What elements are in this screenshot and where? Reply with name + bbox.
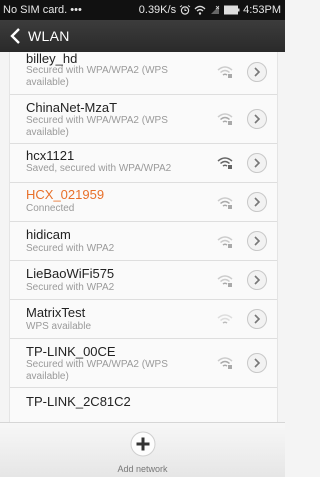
- network-name: ChinaNet-MzaT: [26, 100, 118, 115]
- details-button[interactable]: [247, 192, 267, 212]
- network-row[interactable]: ChinaNet-MzaT Secured with WPA/WPA2 (WPS…: [10, 95, 277, 144]
- network-name: TP-LINK_2C81C2: [26, 394, 131, 409]
- network-list[interactable]: billey_hd Secured with WPA/WPA2 (WPS ava…: [9, 52, 278, 422]
- network-row[interactable]: hidicam Secured with WPA2: [10, 222, 277, 261]
- network-name: LieBaoWiFi575: [26, 266, 115, 281]
- carrier-text: No SIM card. •••: [3, 4, 82, 16]
- network-status: Secured with WPA/WPA2 (WPS available): [26, 359, 168, 382]
- wifi-weak-icon: [217, 314, 233, 324]
- details-button[interactable]: [247, 153, 267, 173]
- signal-icon: [211, 5, 220, 14]
- wifi-weak-locked-icon: [217, 236, 233, 248]
- network-status: Secured with WPA/WPA2 (WPS available): [26, 65, 168, 88]
- clock: 4:53PM: [243, 4, 281, 16]
- alarm-icon: [179, 5, 191, 15]
- wifi-weak-locked-icon: [217, 66, 233, 78]
- wifi-weak-locked-icon: [217, 113, 233, 125]
- network-row[interactable]: MatrixTest WPS available: [10, 300, 277, 339]
- chevron-right-icon: [254, 114, 261, 124]
- chevron-right-icon: [254, 67, 261, 77]
- network-name: billey_hd: [26, 52, 78, 66]
- chevron-right-icon: [254, 197, 261, 207]
- details-button[interactable]: [247, 309, 267, 329]
- wifi-weak-locked-icon: [217, 197, 233, 209]
- network-name: MatrixTest: [26, 305, 86, 320]
- details-button[interactable]: [247, 231, 267, 251]
- back-arrow-icon[interactable]: [8, 27, 22, 45]
- wifi-weak-locked-icon: [217, 275, 233, 287]
- network-row[interactable]: TP-LINK_2C81C2: [10, 388, 277, 422]
- network-name: TP-LINK_00CE: [26, 344, 116, 359]
- wifi-strong-locked-icon: [217, 157, 233, 169]
- network-speed: 0.39K/s: [138, 4, 177, 16]
- network-row-connected[interactable]: HCX_021959 Connected: [10, 183, 277, 222]
- network-name: hidicam: [26, 227, 71, 242]
- network-name: hcx1121: [26, 148, 75, 163]
- network-status: WPS available: [26, 321, 92, 332]
- network-row[interactable]: LieBaoWiFi575 Secured with WPA2: [10, 261, 277, 300]
- network-status: Connected: [26, 203, 75, 214]
- details-button[interactable]: [247, 270, 267, 290]
- network-status: Secured with WPA/WPA2 (WPS available): [26, 115, 168, 138]
- title-bar: WLAN: [0, 20, 285, 52]
- network-status: Secured with WPA2: [26, 243, 115, 254]
- chevron-right-icon: [254, 158, 261, 168]
- wifi-weak-locked-icon: [217, 357, 233, 369]
- network-row[interactable]: billey_hd Secured with WPA/WPA2 (WPS ava…: [10, 52, 277, 95]
- chevron-right-icon: [254, 236, 261, 246]
- battery-icon: [224, 5, 240, 15]
- wifi-icon: [194, 5, 206, 15]
- plus-icon[interactable]: [130, 431, 156, 457]
- network-status: Saved, secured with WPA/WPA2: [26, 163, 172, 174]
- details-button[interactable]: [247, 62, 267, 82]
- network-name: HCX_021959: [26, 187, 105, 202]
- add-network-button-label[interactable]: Add network: [0, 464, 285, 474]
- status-icons: 0.39K/s 4:53PM: [139, 4, 281, 16]
- page-title: WLAN: [28, 28, 70, 44]
- details-button[interactable]: [247, 353, 267, 373]
- bottom-bar: Add network: [0, 422, 285, 477]
- chevron-right-icon: [254, 314, 261, 324]
- network-row[interactable]: TP-LINK_00CE Secured with WPA/WPA2 (WPS …: [10, 339, 277, 388]
- details-button[interactable]: [247, 109, 267, 129]
- network-row[interactable]: hcx1121 Saved, secured with WPA/WPA2: [10, 144, 277, 183]
- status-bar: No SIM card. ••• 0.39K/s 4:53PM: [0, 0, 285, 20]
- chevron-right-icon: [254, 275, 261, 285]
- network-status: Secured with WPA2: [26, 282, 115, 293]
- chevron-right-icon: [254, 358, 261, 368]
